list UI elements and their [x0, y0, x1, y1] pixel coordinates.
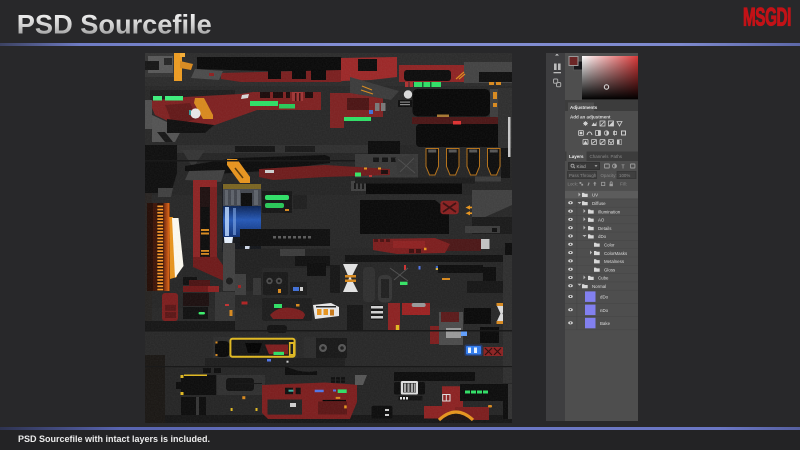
svg-text:Channels: Channels [590, 154, 610, 159]
svg-text:Lock:: Lock: [568, 182, 579, 187]
svg-text:Add an adjustment: Add an adjustment [570, 115, 611, 120]
svg-text:Diffuse: Diffuse [592, 201, 606, 206]
svg-text:100%: 100% [619, 173, 630, 178]
svg-text:Metalness: Metalness [604, 259, 625, 264]
svg-text:Normal: Normal [592, 284, 606, 289]
svg-text:PSD Sourcefile: PSD Sourcefile [17, 9, 212, 40]
svg-text:Kind: Kind [577, 164, 587, 169]
svg-text:Cube: Cube [598, 276, 609, 281]
svg-text:Opacity:: Opacity: [601, 173, 617, 178]
svg-text:Details: Details [598, 226, 612, 231]
svg-text:Illumination: Illumination [598, 209, 621, 214]
svg-text:Gloss: Gloss [604, 267, 616, 272]
svg-text:Fill:: Fill: [620, 182, 627, 187]
svg-text:dDo: dDo [600, 295, 609, 300]
svg-text:Color: Color [604, 243, 615, 248]
svg-text:Layers: Layers [569, 154, 584, 159]
svg-text:T: T [622, 164, 625, 170]
svg-text:ColorMasks: ColorMasks [604, 251, 628, 256]
svg-text:Adjustments: Adjustments [570, 105, 598, 110]
svg-text:Paths: Paths [611, 154, 623, 159]
svg-text:Bake: Bake [600, 321, 611, 326]
svg-text:nDo: nDo [600, 308, 609, 313]
svg-text:Pass Through: Pass Through [569, 173, 597, 178]
svg-text:dDo: dDo [598, 234, 607, 239]
svg-text:AO: AO [598, 218, 605, 223]
svg-text:UV: UV [592, 193, 598, 198]
svg-text:MSGDI: MSGDI [743, 4, 791, 32]
